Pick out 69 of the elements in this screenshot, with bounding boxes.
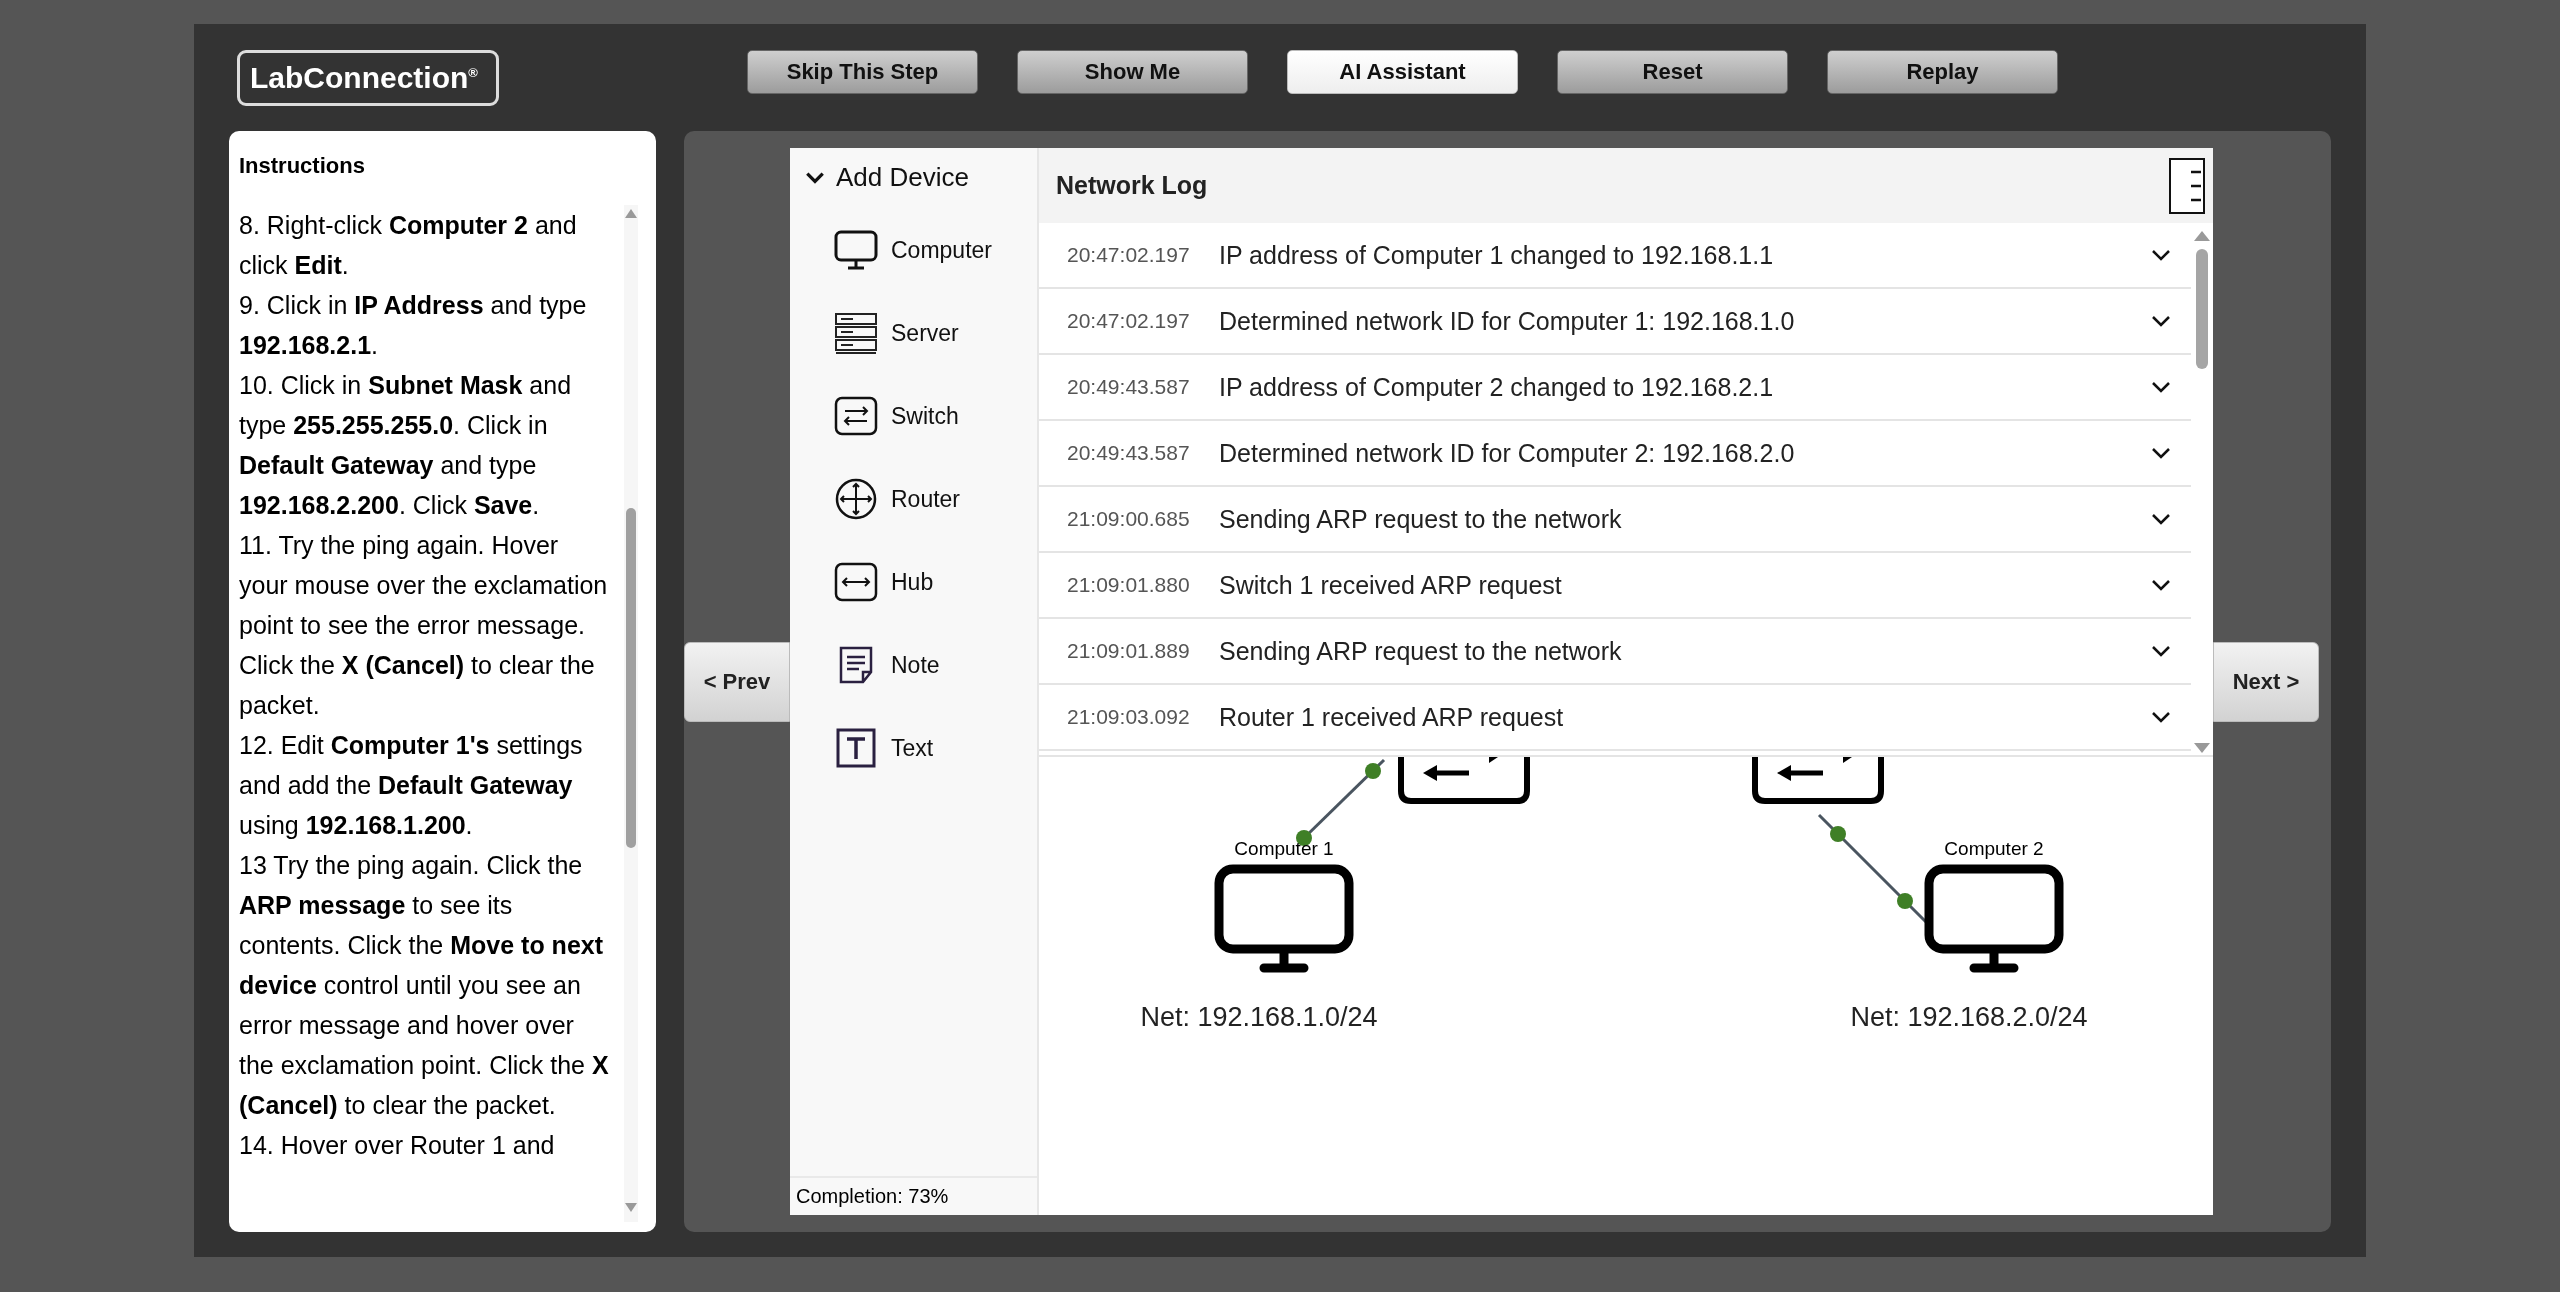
chevron-icon[interactable] (2151, 447, 2171, 459)
log-message: Determined network ID for Computer 1: 192.168.1.0 (1219, 306, 1796, 336)
device-item[interactable]: Text (833, 725, 1037, 771)
device-item[interactable]: Server (833, 310, 1037, 356)
instruction-step: 11. Try the ping again. Hover your mouse over the exclamation point to see the error message. Click the X (Cancel) to clear the packet. (239, 525, 611, 725)
chevron-icon[interactable] (2151, 513, 2171, 525)
device-item[interactable]: Computer (833, 227, 1037, 273)
router-icon (833, 476, 879, 522)
device-label: Computer 2 (1944, 838, 2044, 860)
log-time: 20:47:02.197 (1067, 243, 1191, 267)
log-message: Router 1 received ARP request (1219, 702, 1565, 732)
instruction-step: 9. Click in IP Address and type 192.168.2.1. (239, 285, 611, 365)
instruction-step: 14. Hover over Router 1 and (239, 1125, 611, 1165)
log-entry[interactable]: 21:09:00.685 Sending ARP request to the network (1039, 487, 2191, 553)
completion-status: Completion: 73% (790, 1176, 1037, 1215)
instruction-step: 8. Right-click Computer 2 and click Edit. (239, 205, 611, 285)
log-entry[interactable]: 20:49:43.587 Determined network ID for Computer 2: 192.168.2.0 (1039, 421, 2191, 487)
log-time: 20:47:02.197 (1067, 309, 1191, 333)
instruction-step: 12. Edit Computer 1's settings and add the Default Gateway using 192.168.1.200. (239, 725, 611, 845)
network-label: Net: 192.168.2.0/24 (1850, 1002, 2088, 1033)
toolbar-button[interactable]: Skip This Step (747, 49, 978, 94)
log-entry[interactable]: 21:09:03.092 Router 1 received ARP request (1039, 685, 2191, 751)
network-log-title: Network Log (1056, 171, 1208, 200)
computer-icon[interactable] (1924, 864, 2064, 976)
prev-button[interactable]: < Prev (684, 641, 790, 722)
chevron-icon[interactable] (2151, 579, 2171, 591)
instruction-step: 13 Try the ping again. Click the ARP message to see its contents. Click the Move to next device control until you see an error message and hover over the exclamation point. Click the X (Cancel) to clear the packet. (239, 845, 611, 1125)
toolbar-button[interactable]: AI Assistant (1287, 49, 1518, 94)
device-item[interactable]: Note (833, 642, 1037, 688)
log-time: 20:49:43.587 (1067, 375, 1191, 399)
log-entry[interactable]: 21:09:01.880 Switch 1 received ARP request (1039, 553, 2191, 619)
log-entry[interactable]: 20:47:02.197 Determined network ID for Computer 1: 192.168.1.0 (1039, 289, 2191, 355)
log-time: 21:09:01.889 (1067, 639, 1191, 663)
chevron-icon[interactable] (2151, 381, 2171, 393)
toolbar-button[interactable]: Reset (1557, 49, 1788, 94)
log-entry[interactable]: 20:49:43.587 IP address of Computer 2 changed to 192.168.2.1 (1039, 355, 2191, 421)
log-message: IP address of Computer 2 changed to 192.168.2.1 (1219, 372, 1775, 402)
device-item[interactable]: Router (833, 476, 1037, 522)
chevron-icon[interactable] (2151, 249, 2171, 261)
computer-icon[interactable] (1214, 864, 1354, 976)
add-device-toggle[interactable]: Add Device (790, 148, 1037, 207)
instructions-title: Instructions (238, 152, 366, 180)
log-time: 20:49:43.587 (1067, 441, 1191, 465)
switch-icon[interactable] (1397, 755, 1531, 805)
log-entry[interactable]: 21:09:01.889 Sending ARP request to the network (1039, 619, 2191, 685)
device-item[interactable]: Switch (833, 393, 1037, 439)
log-message: Switch 1 received ARP request (1219, 570, 1563, 600)
chevron-icon[interactable] (2151, 315, 2171, 327)
device-label: Computer 1 (1234, 838, 1334, 860)
chevron-icon[interactable] (2151, 711, 2171, 723)
device-item[interactable]: Hub (833, 559, 1037, 605)
log-entry[interactable]: 20:47:02.197 IP address of Computer 1 changed to 192.168.1.1 (1039, 223, 2191, 289)
menu-icon[interactable] (2169, 157, 2205, 214)
log-time: 21:09:01.880 (1067, 573, 1191, 597)
instruction-step: 10. Click in Subnet Mask and type 255.255.255.0. Click in Default Gateway and type 192.168.2.200. Click Save. (239, 365, 611, 525)
log-time: 21:09:00.685 (1067, 507, 1191, 531)
toolbar-button[interactable]: Show Me (1017, 49, 1248, 94)
log-message: Sending ARP request to the network (1219, 504, 1623, 534)
chevron-icon[interactable] (2151, 645, 2171, 657)
logo: LabConnection$^{®}$ (237, 49, 499, 106)
toolbar-button[interactable]: Replay (1827, 49, 2058, 94)
log-time: 21:09:03.092 (1067, 705, 1191, 729)
server-icon (833, 310, 879, 356)
log-message: Sending ARP request to the network (1219, 636, 1623, 666)
log-message: Determined network ID for Computer 2: 192.168.2.0 (1219, 438, 1796, 468)
switch-icon[interactable] (1751, 755, 1885, 805)
next-button[interactable]: Next > (2213, 641, 2319, 722)
log-message: IP address of Computer 1 changed to 192.168.1.1 (1219, 240, 1775, 270)
network-label: Net: 192.168.1.0/24 (1140, 1002, 1378, 1033)
